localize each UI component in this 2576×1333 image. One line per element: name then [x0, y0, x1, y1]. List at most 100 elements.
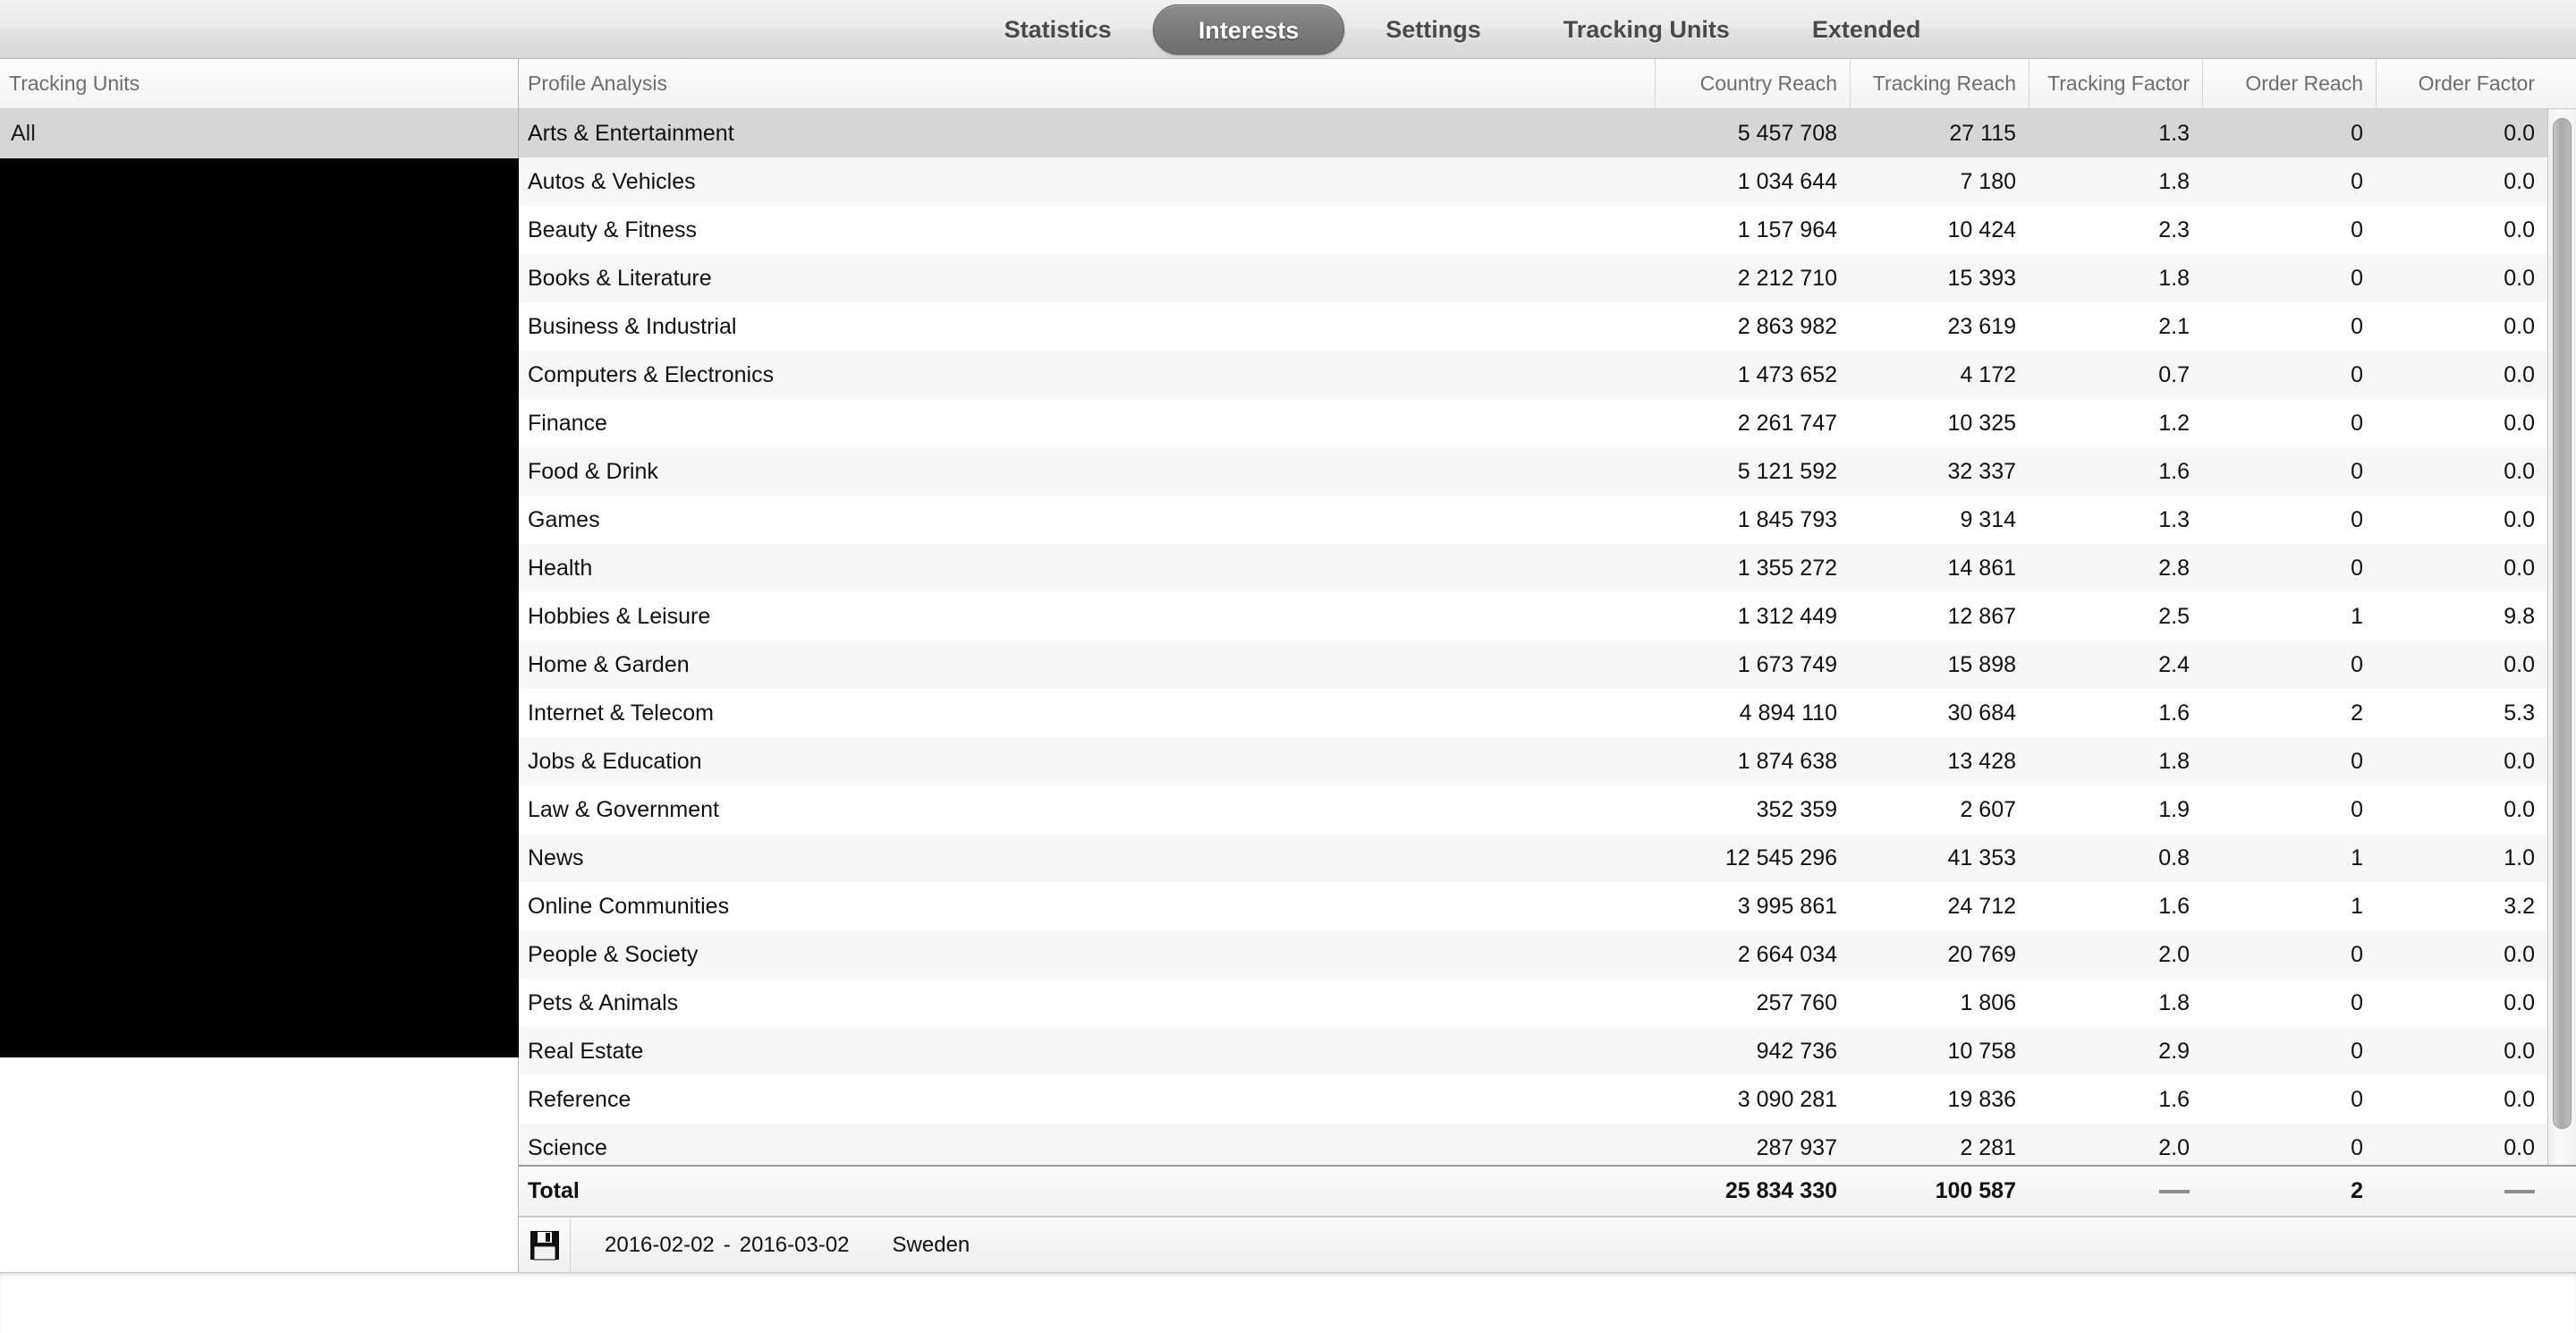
vertical-scrollbar[interactable]	[2547, 109, 2576, 1165]
tracking-unit-item-all[interactable]: All	[0, 109, 518, 158]
cell-tracking-factor: 2.9	[2158, 1038, 2190, 1064]
table-row[interactable]: Pets & Animals 257 760 1 806 1.8 0 0.0	[519, 979, 2547, 1027]
cell-tracking-reach: 2 607	[1960, 796, 2016, 822]
cell-category-name: Reference	[528, 1086, 631, 1112]
cell-country-reach: 257 760	[1756, 989, 1837, 1015]
table-row[interactable]: Science 287 937 2 281 2.0 0 0.0	[519, 1124, 2547, 1165]
cell-order-reach: 0	[2351, 1134, 2363, 1160]
cell-order-factor: 0.0	[2504, 265, 2535, 291]
main-tab-bar: Statistics Interests Settings Tracking U…	[0, 0, 2576, 59]
cell-category-name: Arts & Entertainment	[528, 120, 734, 146]
cell-category-name: Beauty & Fitness	[528, 217, 697, 242]
panel-footer: 2016-02-02 - 2016-03-02 Sweden	[519, 1217, 2576, 1272]
tracking-unit-label: All	[11, 121, 36, 146]
cell-order-factor: 0.0	[2504, 1134, 2535, 1160]
cell-country-reach: 2 664 034	[1737, 941, 1837, 967]
table-row[interactable]: Computers & Electronics 1 473 652 4 172 0.7…	[519, 351, 2547, 399]
cell-tracking-reach: 15 898	[1947, 651, 2016, 677]
footer-metadata: 2016-02-02 - 2016-03-02 Sweden	[571, 1233, 970, 1258]
table-row[interactable]: Health 1 355 272 14 861 2.8 0 0.0	[519, 544, 2547, 592]
cell-order-factor: 0.0	[2504, 168, 2535, 194]
cell-category-name: Computers & Electronics	[528, 361, 775, 387]
table-row[interactable]: Food & Drink 5 121 592 32 337 1.6 0 0.0	[519, 447, 2547, 496]
cell-order-reach: 0	[2351, 1038, 2363, 1064]
total-tracking-factor	[2029, 1189, 2202, 1193]
cell-category-name: Home & Garden	[528, 651, 690, 677]
cell-order-reach: 0	[2351, 120, 2363, 146]
cell-order-factor: 0.0	[2504, 313, 2535, 339]
cell-country-reach: 1 157 964	[1737, 217, 1837, 242]
cell-tracking-reach: 20 769	[1947, 941, 2016, 967]
cell-tracking-reach: 10 325	[1947, 410, 2016, 436]
tab-extended[interactable]: Extended	[1771, 4, 1962, 55]
country-label: Sweden	[892, 1232, 970, 1257]
table-row[interactable]: Finance 2 261 747 10 325 1.2 0 0.0	[519, 399, 2547, 447]
content-area: Tracking Units All Profile Analysis Coun…	[0, 59, 2576, 1272]
cell-tracking-factor: 1.8	[2158, 989, 2190, 1015]
cell-order-reach: 0	[2351, 989, 2363, 1015]
total-order-reach: 2	[2351, 1178, 2363, 1203]
table-row[interactable]: Games 1 845 793 9 314 1.3 0 0.0	[519, 496, 2547, 544]
tab-list: Statistics Interests Settings Tracking U…	[963, 4, 1962, 55]
table-row[interactable]: Reference 3 090 281 19 836 1.6 0 0.0	[519, 1075, 2547, 1124]
cell-order-factor: 0.0	[2504, 796, 2535, 822]
table-row[interactable]: Law & Government 352 359 2 607 1.9 0 0.0	[519, 785, 2547, 834]
column-header-country-reach[interactable]: Country Reach	[1655, 59, 1850, 108]
cell-tracking-reach: 24 712	[1947, 893, 2016, 919]
column-header-order-reach[interactable]: Order Reach	[2202, 59, 2376, 108]
cell-category-name: Hobbies & Leisure	[528, 603, 711, 629]
table-row[interactable]: Home & Garden 1 673 749 15 898 2.4 0 0.0	[519, 641, 2547, 689]
cell-order-factor: 0.0	[2504, 506, 2535, 532]
cell-order-factor: 0.0	[2504, 941, 2535, 967]
cell-country-reach: 1 312 449	[1737, 603, 1837, 629]
cell-tracking-reach: 7 180	[1960, 168, 2016, 194]
cell-order-factor: 1.0	[2504, 845, 2535, 870]
cell-order-factor: 0.0	[2504, 1038, 2535, 1064]
table-row[interactable]: Hobbies & Leisure 1 312 449 12 867 2.5 1 9.8	[519, 592, 2547, 641]
cell-tracking-factor: 1.8	[2158, 265, 2190, 291]
cell-tracking-factor: 1.8	[2158, 748, 2190, 774]
table-row[interactable]: Beauty & Fitness 1 157 964 10 424 2.3 0 0.0	[519, 206, 2547, 254]
window-bottom-strip	[0, 1272, 2576, 1333]
tab-statistics[interactable]: Statistics	[963, 4, 1153, 55]
table-row[interactable]: Autos & Vehicles 1 034 644 7 180 1.8 0 0.0	[519, 157, 2547, 206]
tracking-units-header: Tracking Units	[0, 59, 518, 109]
cell-tracking-reach: 32 337	[1947, 458, 2016, 484]
table-row[interactable]: Internet & Telecom 4 894 110 30 684 1.6 2 5.3	[519, 689, 2547, 737]
table-row[interactable]: News 12 545 296 41 353 0.8 1 1.0	[519, 834, 2547, 882]
column-header-tracking-factor[interactable]: Tracking Factor	[2029, 59, 2202, 108]
table-row[interactable]: Jobs & Education 1 874 638 13 428 1.8 0 0.0	[519, 737, 2547, 785]
table-row[interactable]: People & Society 2 664 034 20 769 2.0 0 0.0	[519, 930, 2547, 979]
cell-country-reach: 1 673 749	[1737, 651, 1837, 677]
cell-order-factor: 0.0	[2504, 1086, 2535, 1112]
column-header-order-factor[interactable]: Order Factor	[2376, 59, 2547, 108]
cell-tracking-factor: 2.3	[2158, 217, 2190, 242]
cell-tracking-reach: 13 428	[1947, 748, 2016, 774]
cell-category-name: People & Society	[528, 941, 699, 967]
table-row[interactable]: Business & Industrial 2 863 982 23 619 2.1 0…	[519, 302, 2547, 351]
column-header-profile-analysis[interactable]: Profile Analysis	[519, 59, 1655, 108]
save-button[interactable]	[519, 1218, 571, 1272]
tracking-units-filler	[0, 1057, 518, 1272]
cell-country-reach: 12 545 296	[1724, 845, 1837, 870]
cell-category-name: Health	[528, 555, 593, 581]
cell-tracking-factor: 0.7	[2158, 361, 2190, 387]
cell-order-factor: 0.0	[2504, 120, 2535, 146]
cell-category-name: News	[528, 845, 584, 870]
cell-order-factor: 0.0	[2504, 361, 2535, 387]
table-row[interactable]: Real Estate 942 736 10 758 2.9 0 0.0	[519, 1027, 2547, 1075]
table-body: Arts & Entertainment 5 457 708 27 115 1.3 0 0…	[519, 109, 2547, 1165]
cell-tracking-reach: 30 684	[1947, 700, 2016, 726]
cell-country-reach: 1 034 644	[1737, 168, 1837, 194]
table-row[interactable]: Arts & Entertainment 5 457 708 27 115 1.3 0 0…	[519, 109, 2547, 157]
cell-order-factor: 0.0	[2504, 555, 2535, 581]
tab-interests[interactable]: Interests	[1152, 4, 1345, 55]
tab-tracking-units[interactable]: Tracking Units	[1522, 4, 1771, 55]
cell-order-reach: 0	[2351, 651, 2363, 677]
table-row[interactable]: Online Communities 3 995 861 24 712 1.6 1 3.2	[519, 882, 2547, 930]
cell-tracking-factor: 1.3	[2158, 120, 2190, 146]
tab-settings[interactable]: Settings	[1344, 4, 1522, 55]
vertical-scrollbar-thumb[interactable]	[2553, 118, 2572, 1129]
column-header-tracking-reach[interactable]: Tracking Reach	[1850, 59, 2029, 108]
table-row[interactable]: Books & Literature 2 212 710 15 393 1.8 0 0.0	[519, 254, 2547, 302]
